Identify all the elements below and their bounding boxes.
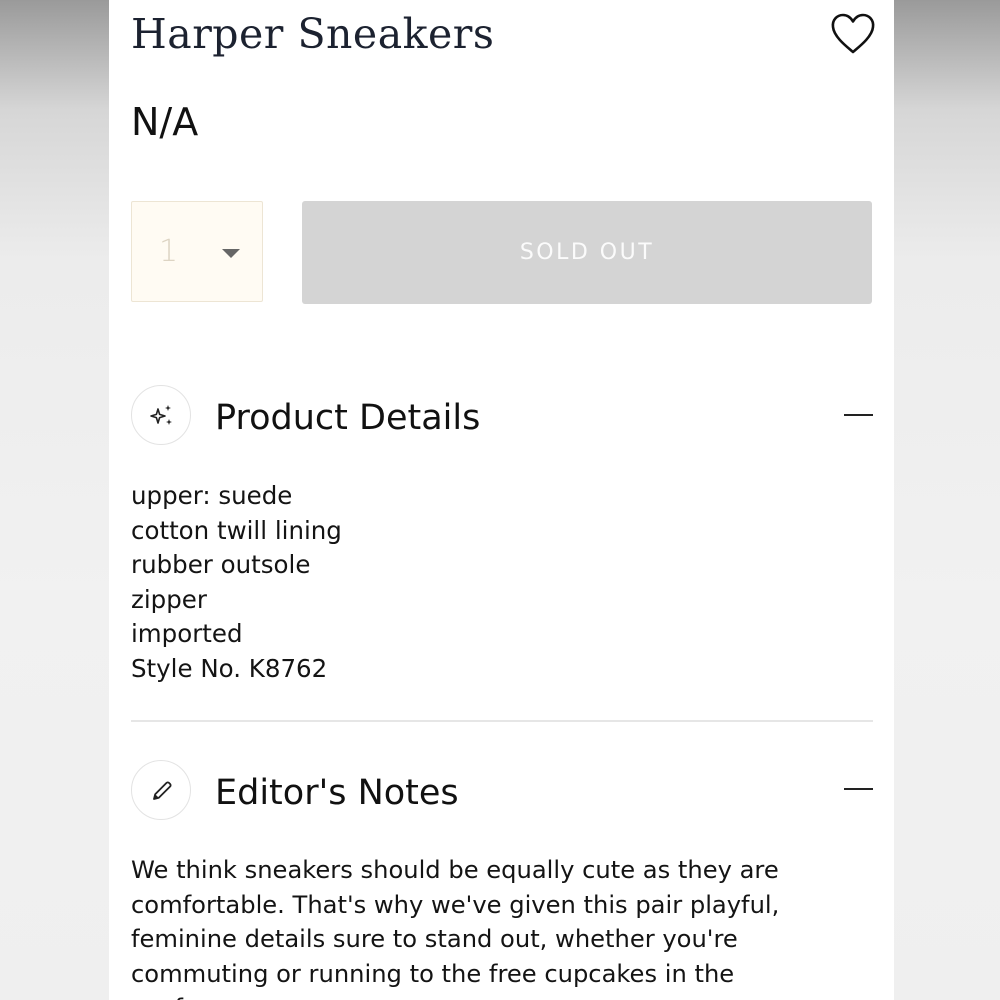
sold-out-button[interactable]: SOLD OUT	[302, 201, 872, 304]
list-item: imported	[131, 619, 243, 649]
notes-collapse-button[interactable]	[844, 778, 873, 800]
details-collapse-button[interactable]	[844, 404, 873, 426]
minus-icon	[844, 414, 873, 416]
list-item: Style No. K8762	[131, 653, 328, 683]
list-item: upper: suede	[131, 481, 293, 510]
product-panel: Harper Sneakers N/A 1 SOLD OUT Product D…	[109, 0, 894, 1000]
editors-notes-heading[interactable]: Editor's Notes	[215, 773, 459, 813]
pencil-icon	[153, 781, 172, 800]
notes-icon-badge	[131, 760, 191, 820]
wishlist-button[interactable]	[830, 12, 876, 56]
quantity-select[interactable]: 1	[131, 201, 263, 302]
caret-down-icon	[222, 249, 240, 258]
product-details-list: upper: suede cotton twill lining rubber …	[131, 479, 342, 687]
product-title: Harper Sneakers	[131, 10, 495, 58]
list-item: rubber outsole	[131, 550, 311, 580]
quantity-value: 1	[159, 234, 179, 269]
minus-icon	[844, 788, 873, 790]
sparkles-icon	[150, 405, 172, 425]
list-item: zipper	[131, 584, 207, 614]
list-item: cotton twill lining	[131, 515, 342, 545]
details-icon-badge	[131, 385, 191, 445]
heart-icon	[831, 13, 875, 54]
section-divider	[131, 720, 873, 722]
product-price: N/A	[131, 100, 199, 144]
product-details-heading[interactable]: Product Details	[215, 398, 480, 438]
editors-notes-text: We think sneakers should be equally cute…	[131, 856, 780, 1000]
